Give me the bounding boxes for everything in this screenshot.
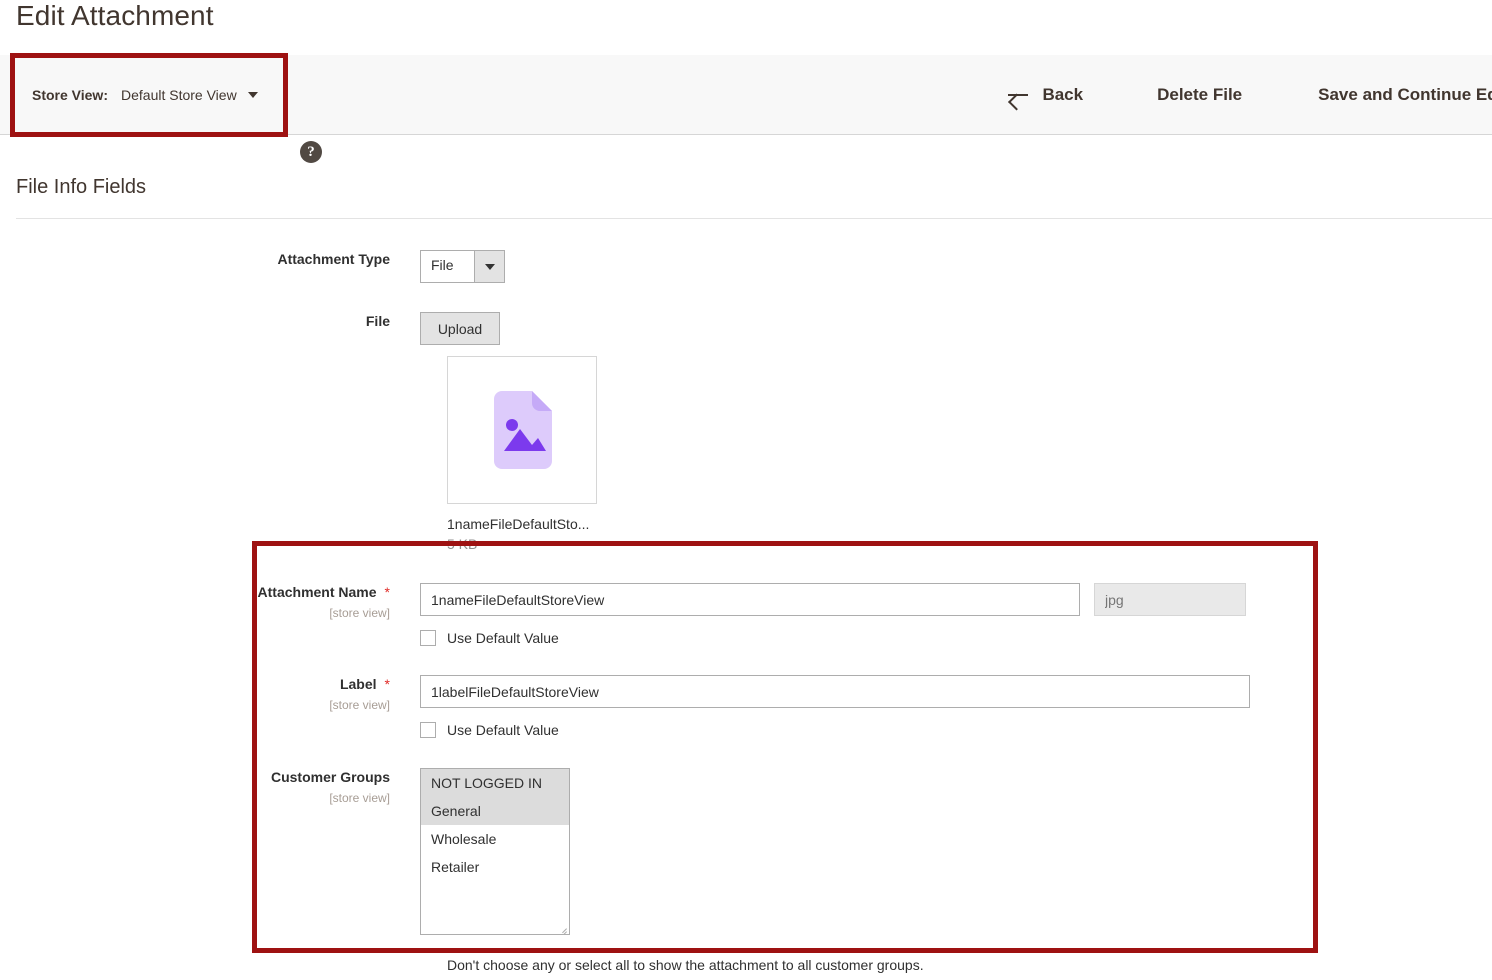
label-use-default-row[interactable]: Use Default Value — [420, 722, 1250, 738]
store-view-dropdown[interactable]: Default Store View — [121, 87, 258, 103]
file-preview: 1nameFileDefaultSto... 5 KB — [447, 356, 607, 552]
page-actions-toolbar: Store View: Default Store View ? Back De… — [0, 55, 1492, 135]
required-indicator: * — [385, 583, 390, 602]
attachment-name-input[interactable] — [420, 583, 1080, 616]
attachment-type-value: File — [421, 251, 474, 282]
page-root: Edit Attachment Store View: Default Stor… — [0, 0, 1492, 980]
chevron-down-icon — [248, 92, 258, 98]
field-attachment-name: Attachment Name * [store view] Use Defau… — [0, 583, 1246, 646]
field-file: File Upload — [0, 312, 500, 345]
attachment-name-use-default-checkbox[interactable] — [420, 630, 436, 646]
image-file-icon — [490, 391, 554, 469]
label-use-default-checkbox[interactable] — [420, 722, 436, 738]
save-and-continue-edit-button[interactable]: Save and Continue Edit — [1280, 55, 1492, 135]
list-item[interactable]: NOT LOGGED IN — [421, 769, 569, 797]
customer-groups-note: Don't choose any or select all to show t… — [447, 957, 924, 973]
field-label: Label * [store view] Use Default Value — [0, 675, 1250, 738]
file-thumbnail[interactable] — [447, 356, 597, 504]
delete-file-button-label: Delete File — [1157, 85, 1242, 105]
field-customer-groups: Customer Groups [store view] NOT LOGGED … — [0, 768, 570, 935]
chevron-down-icon — [474, 251, 504, 282]
section-title-file-info-fields: File Info Fields — [16, 176, 146, 199]
attachment-extension-input — [1094, 583, 1246, 616]
attachment-name-use-default-label: Use Default Value — [447, 630, 559, 646]
resize-handle-icon[interactable] — [557, 922, 567, 932]
file-label: File — [0, 312, 420, 345]
field-attachment-type: Attachment Type File — [0, 250, 505, 283]
list-item[interactable]: General — [421, 797, 569, 825]
store-view-value: Default Store View — [121, 87, 237, 103]
file-name: 1nameFileDefaultSto... — [447, 516, 607, 532]
label-use-default-label: Use Default Value — [447, 722, 559, 738]
list-item[interactable]: Wholesale — [421, 825, 569, 853]
save-and-continue-edit-label: Save and Continue Edit — [1318, 85, 1492, 105]
file-size: 5 KB — [447, 536, 607, 552]
upload-button[interactable]: Upload — [420, 312, 500, 345]
label-input[interactable] — [420, 675, 1250, 708]
arrow-left-icon — [1008, 94, 1028, 96]
attachment-type-select[interactable]: File — [420, 250, 505, 283]
section-divider — [16, 218, 1492, 219]
label-field-label: Label * [store view] — [0, 675, 420, 738]
page-title: Edit Attachment — [16, 0, 214, 36]
back-button[interactable]: Back — [968, 55, 1119, 135]
attachment-name-use-default-row[interactable]: Use Default Value — [420, 630, 1080, 646]
upload-button-label: Upload — [438, 321, 482, 337]
store-view-label: Store View: — [32, 87, 108, 103]
help-icon[interactable]: ? — [300, 141, 322, 163]
customer-groups-label: Customer Groups [store view] — [0, 768, 420, 935]
list-item[interactable]: Retailer — [421, 853, 569, 881]
attachment-type-label: Attachment Type — [0, 250, 420, 283]
delete-file-button[interactable]: Delete File — [1119, 55, 1280, 135]
attachment-name-label: Attachment Name * [store view] — [0, 583, 420, 646]
customer-groups-multiselect[interactable]: NOT LOGGED IN General Wholesale Retailer — [420, 768, 570, 935]
attachment-name-scope: [store view] — [0, 604, 390, 623]
back-button-label: Back — [1042, 85, 1083, 105]
required-indicator: * — [385, 675, 390, 694]
page-action-buttons: Back Delete File Save and Continue Edit — [968, 55, 1492, 135]
customer-groups-scope: [store view] — [0, 789, 390, 808]
store-view-switcher[interactable]: Store View: Default Store View — [32, 55, 258, 135]
label-field-scope: [store view] — [0, 696, 390, 715]
